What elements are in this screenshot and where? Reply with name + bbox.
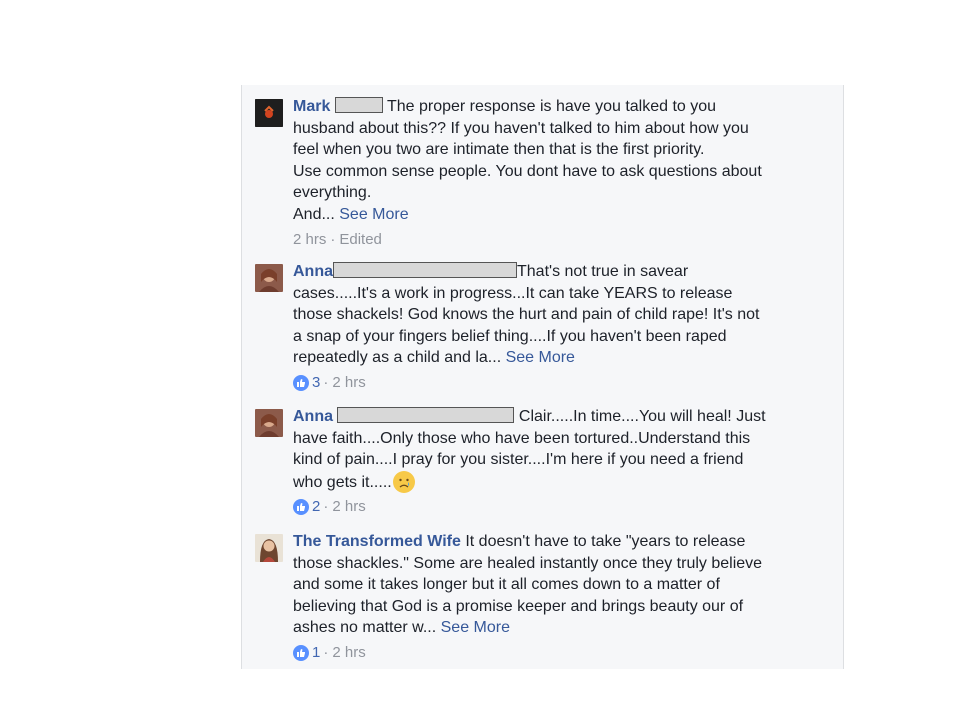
meta-separator: · xyxy=(323,643,329,661)
see-more-link[interactable]: See More xyxy=(339,206,408,223)
timestamp[interactable]: 2 hrs xyxy=(293,231,326,249)
comment-text-line: husband about this?? If you haven't talk… xyxy=(293,119,749,137)
timestamp[interactable]: 2 hrs xyxy=(332,374,365,392)
comment-text-line: The proper response is have you talked t… xyxy=(386,98,717,115)
avatar[interactable] xyxy=(255,99,283,127)
comment-meta: 2 hrs · Edited xyxy=(293,231,798,249)
meta-separator: · xyxy=(323,498,329,516)
comment-text-line: And... xyxy=(293,205,340,223)
timestamp[interactable]: 2 hrs xyxy=(332,644,365,662)
see-more-link[interactable]: See More xyxy=(506,349,575,366)
commenter-name[interactable]: Anna xyxy=(293,263,333,280)
like-count[interactable]: 2 xyxy=(312,498,320,516)
see-more-link[interactable]: See More xyxy=(441,619,510,636)
comment-text-line: who gets it..... xyxy=(293,473,392,491)
comment-text-line: everything. xyxy=(293,184,372,202)
comment-text-line: That's not true in savear xyxy=(517,263,689,280)
comment-text-line: ashes no matter w... xyxy=(293,619,441,637)
commenter-name[interactable]: Anna xyxy=(293,408,333,425)
comment-text-line: kind of pain....I pray for you sister...… xyxy=(293,451,744,469)
like-icon[interactable] xyxy=(293,374,309,391)
comment-body: Anna That's not true in savear cases.....… xyxy=(293,261,798,392)
comment-text-line: a snap of your fingers belief thing....I… xyxy=(293,327,727,345)
comment-text-line: those shackles." Some are healed instant… xyxy=(293,554,763,572)
like-icon[interactable] xyxy=(293,644,309,661)
comment-text-line: and some it takes longer but it all come… xyxy=(293,576,720,594)
like-count[interactable]: 3 xyxy=(312,374,320,392)
comment-body: The Transformed Wife It doesn't have to … xyxy=(293,531,798,662)
comment-text-line: those shackels! God knows the hurt and p… xyxy=(293,306,760,324)
comment-text-line: Clair.....In time....You will heal! Just xyxy=(518,408,766,425)
comment-meta: 2 · 2 hrs xyxy=(293,498,798,516)
redacted-surname xyxy=(333,262,517,278)
comment-text-line: believing that God is a promise keeper a… xyxy=(293,597,744,615)
redacted-surname xyxy=(334,97,383,113)
comment-body: Mark The proper response is have you tal… xyxy=(293,96,798,249)
meta-separator: · xyxy=(330,230,336,248)
timestamp[interactable]: 2 hrs xyxy=(332,498,365,516)
comment-body: Anna Clair.....In time....You will heal!… xyxy=(293,406,798,516)
comments-panel: Mark The proper response is have you tal… xyxy=(241,85,844,669)
like-count[interactable]: 1 xyxy=(312,644,320,662)
edited-label[interactable]: Edited xyxy=(339,231,382,249)
avatar[interactable] xyxy=(255,534,283,562)
comment-meta: 1 · 2 hrs xyxy=(293,644,798,662)
comment-text-line: feel when you two are intimate then that… xyxy=(293,141,705,159)
comment-text-line: Use common sense people. You dont have t… xyxy=(293,162,762,180)
comment-text-line: repeatedly as a child and la... xyxy=(293,349,506,367)
comment-text-line: have faith....Only those who have been t… xyxy=(293,429,751,447)
comment-text-line: It doesn't have to take "years to releas… xyxy=(465,533,746,550)
like-icon[interactable] xyxy=(293,499,309,516)
redacted-surname xyxy=(337,407,515,423)
commenter-name[interactable]: Mark xyxy=(293,98,330,115)
avatar[interactable] xyxy=(255,409,283,437)
avatar[interactable] xyxy=(255,264,283,292)
comment-text-line: cases.....It's a work in progress...It c… xyxy=(293,284,733,302)
meta-separator: · xyxy=(323,373,329,391)
commenter-name[interactable]: The Transformed Wife xyxy=(293,533,461,550)
sad-face-emoji xyxy=(392,470,415,493)
comment-meta: 3 · 2 hrs xyxy=(293,374,798,392)
